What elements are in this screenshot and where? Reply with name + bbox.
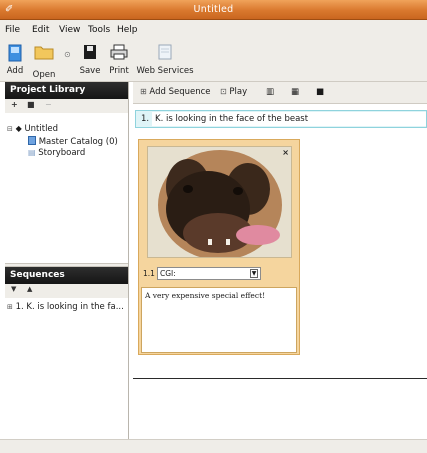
sequence-number: 1. <box>141 114 150 124</box>
sequence-toolbar: ⊞ Add Sequence ⊡ Play ▥ ▦ ■ <box>133 82 427 104</box>
save-label: Save <box>79 66 101 76</box>
print-button[interactable]: Print <box>106 42 132 80</box>
tree-label: Storyboard <box>38 148 86 158</box>
clip-type-value: CGI: <box>160 269 176 278</box>
sequence-title-input[interactable]: K. is looking in the face of the beast <box>152 112 426 126</box>
remove-item-icon[interactable]: − <box>45 100 52 109</box>
tree-label: Master Catalog (0) <box>38 137 118 147</box>
clip-type-row: 1.1 CGI: ▼ <box>143 267 297 281</box>
dog-photo <box>148 147 291 257</box>
folder-icon <box>34 46 54 60</box>
clip-note-textarea[interactable]: A very expensive special effect! <box>141 287 297 353</box>
play-label: Play <box>229 87 248 97</box>
status-bar <box>0 439 427 453</box>
project-tree: ⊟ ◆ Untitled Master Catalog (0) ▤ Storyb… <box>5 113 128 263</box>
web-services-button[interactable]: Web Services <box>135 42 195 80</box>
sequences-header: Sequences <box>5 267 128 284</box>
menu-file[interactable]: File <box>5 25 20 35</box>
timeline-divider <box>133 378 427 379</box>
save-button[interactable]: Save <box>78 42 102 80</box>
menu-bar: File Edit View Tools Help <box>0 20 427 40</box>
clip-type-select[interactable]: CGI: ▼ <box>157 267 261 280</box>
sequence-row: 1. K. is looking in the face of the beas… <box>135 110 427 128</box>
web-page-icon <box>158 44 172 60</box>
add-sequence-label: Add Sequence <box>149 87 211 97</box>
play-icon: ⊡ <box>220 87 227 96</box>
main-toolbar: Add Open ⊙ Save Print Web Services <box>0 40 427 82</box>
play-button[interactable]: ⊡ Play <box>220 87 247 97</box>
title-bar: ✐ Untitled <box>0 0 427 20</box>
menu-tools[interactable]: Tools <box>88 25 110 35</box>
tree-label: Untitled <box>24 124 59 134</box>
view-medium-icon[interactable]: ▦ <box>291 87 299 97</box>
project-library-header: Project Library <box>5 82 128 99</box>
storyboard-workspace: ⊞ Add Sequence ⊡ Play ▥ ▦ ■ 1. K. is loo… <box>133 82 427 439</box>
project-library-toolbar: + ■ − <box>5 99 128 113</box>
open-button[interactable]: Open <box>30 42 58 80</box>
close-icon[interactable]: × <box>282 148 289 157</box>
dropdown-circle-icon: ⊙ <box>64 50 71 59</box>
add-sequence-icon: ⊞ <box>140 87 147 96</box>
add-item-icon[interactable]: + <box>11 100 18 109</box>
menu-view[interactable]: View <box>59 25 80 35</box>
sequence-list-label: 1. K. is looking in the fa... <box>15 302 124 312</box>
save-disk-icon <box>84 45 96 59</box>
menu-help[interactable]: Help <box>117 25 138 35</box>
new-folder-icon[interactable]: ■ <box>27 100 35 109</box>
add-file-icon <box>8 44 22 62</box>
catalog-icon <box>28 136 36 145</box>
clip-card[interactable]: × 1.1 CGI: ▼ A very expensive special ef… <box>138 139 300 355</box>
tree-item-storyboard[interactable]: ▤ Storyboard <box>28 148 85 158</box>
menu-edit[interactable]: Edit <box>32 25 49 35</box>
clip-thumbnail[interactable]: × <box>147 146 292 258</box>
move-up-icon[interactable]: ▲ <box>27 285 32 293</box>
view-small-icon[interactable]: ■ <box>316 87 324 97</box>
clip-number: 1.1 <box>143 269 155 278</box>
window-title: Untitled <box>193 4 234 15</box>
project-icon: ◆ <box>15 124 22 133</box>
expand-icon[interactable]: ⊞ <box>7 303 13 311</box>
collapse-icon[interactable]: ⊟ <box>7 125 13 133</box>
tree-item-untitled[interactable]: ⊟ ◆ Untitled <box>7 124 58 134</box>
sequence-list-item[interactable]: ⊞ 1. K. is looking in the fa... <box>7 302 124 312</box>
printer-icon <box>110 44 128 60</box>
open-dropdown[interactable]: ⊙ <box>63 42 73 62</box>
sequences-toolbar: ▼ ▲ <box>5 284 128 298</box>
add-button[interactable]: Add <box>6 42 24 80</box>
tree-item-master-catalog[interactable]: Master Catalog (0) <box>28 136 118 147</box>
print-label: Print <box>109 66 129 76</box>
chevron-down-icon: ▼ <box>250 269 258 278</box>
add-sequence-button[interactable]: ⊞ Add Sequence <box>140 87 211 97</box>
storyboard-icon: ▤ <box>28 148 36 157</box>
open-label: Open <box>32 70 56 80</box>
web-services-label: Web Services <box>136 66 194 76</box>
add-label: Add <box>6 66 24 76</box>
move-down-icon[interactable]: ▼ <box>11 285 16 293</box>
left-sidebar: Project Library + ■ − ⊟ ◆ Untitled Maste… <box>5 82 129 439</box>
view-large-icon[interactable]: ▥ <box>266 87 274 97</box>
